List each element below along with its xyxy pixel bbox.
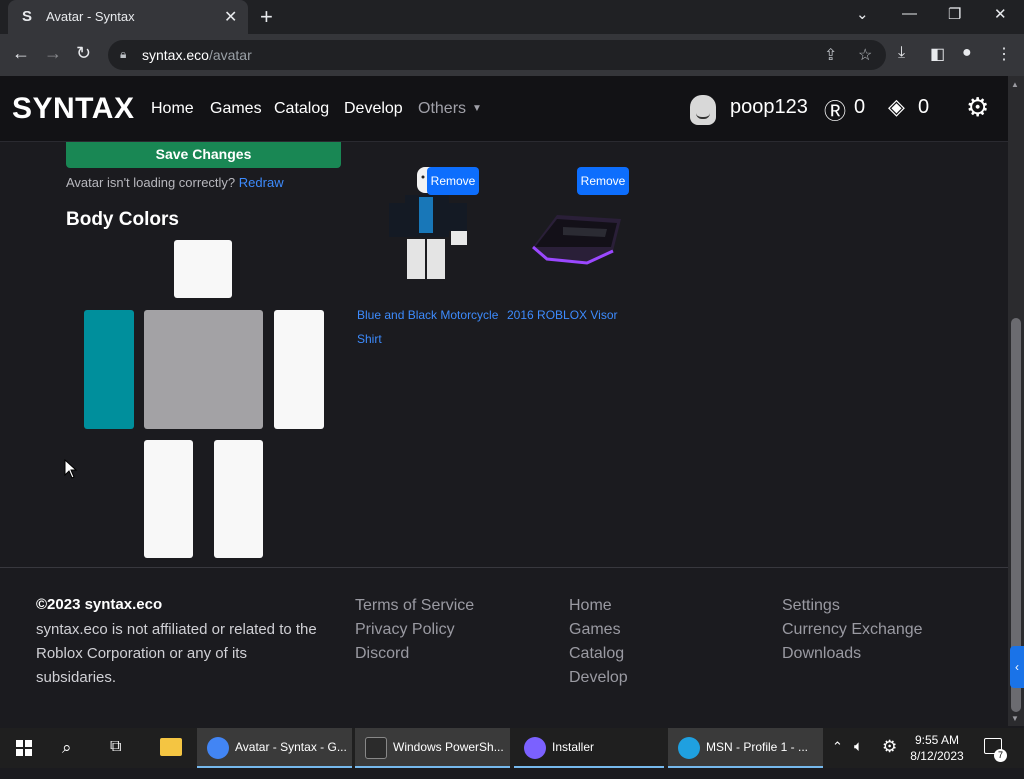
file-explorer-icon[interactable]: [160, 738, 182, 756]
site-footer: ©2023 syntax.eco syntax.eco is not affil…: [0, 567, 1008, 727]
nav-home[interactable]: Home: [151, 100, 194, 118]
browser-toolbar: ← → ↻ 🔒︎ syntax.eco/avatar ⇪ ☆ ⤓ ◧ ● ⋮: [0, 34, 1024, 76]
clock-time: 9:55 AM: [914, 733, 960, 747]
url-text: syntax.eco/avatar: [142, 47, 252, 63]
taskbar-app-label: MSN - Profile 1 - ...: [706, 740, 809, 754]
wearing-item[interactable]: Remove Blue and Black Motorcycle Shirt: [357, 165, 498, 346]
windows-start-icon[interactable]: [16, 740, 32, 756]
taskbar-app-label: Installer: [552, 740, 595, 754]
settings-tray-icon[interactable]: ⚙: [882, 737, 897, 777]
back-icon[interactable]: ←: [12, 43, 30, 64]
browser-tabbar: S Avatar - Syntax ✕ + ⌄ — ❐ ✕: [0, 0, 1024, 34]
nav-games[interactable]: Games: [210, 100, 262, 118]
edge-icon: [678, 737, 700, 759]
remove-item-button[interactable]: Remove: [427, 167, 479, 195]
tix-balance[interactable]: 0: [918, 96, 929, 119]
body-part-right-leg[interactable]: [214, 440, 263, 558]
body-colors-title: Body Colors: [66, 209, 179, 230]
footer-link-currency-exchange[interactable]: Currency Exchange: [782, 618, 923, 642]
footer-column-site: Home Games Catalog Develop: [569, 594, 628, 690]
nav-develop[interactable]: Develop: [344, 100, 403, 118]
close-tab-icon[interactable]: ✕: [224, 7, 237, 27]
username[interactable]: poop123: [730, 96, 808, 119]
taskbar-app-powershell[interactable]: Windows PowerSh...: [355, 728, 510, 768]
robux-balance[interactable]: 0: [854, 96, 865, 119]
nav-others-dropdown[interactable]: Others ▼: [418, 100, 482, 118]
system-clock[interactable]: 9:55 AM 8/12/2023: [904, 732, 970, 764]
tray-overflow-icon[interactable]: ⌃: [832, 739, 843, 779]
body-part-left-arm[interactable]: [84, 310, 134, 429]
download-icon[interactable]: ⤓: [898, 44, 905, 62]
body-part-right-arm[interactable]: [274, 310, 324, 429]
save-changes-button[interactable]: Save Changes: [66, 142, 341, 168]
restore-icon[interactable]: ❐: [948, 5, 961, 23]
task-view-icon[interactable]: ⧉: [110, 738, 121, 778]
reload-icon[interactable]: ↻: [76, 43, 91, 64]
installer-icon: [524, 737, 546, 759]
taskbar-app-label: Avatar - Syntax - G...: [235, 740, 347, 754]
tab-search-icon[interactable]: ⌄: [856, 5, 869, 23]
footer-link-discord[interactable]: Discord: [355, 642, 474, 666]
footer-link-privacy[interactable]: Privacy Policy: [355, 618, 474, 642]
footer-link-downloads[interactable]: Downloads: [782, 642, 923, 666]
robux-icon: Ⓡ: [824, 99, 847, 124]
chrome-icon: [207, 737, 229, 759]
notification-count-badge: 7: [994, 749, 1007, 762]
scroll-up-icon[interactable]: ▲: [1011, 80, 1019, 89]
remove-item-button[interactable]: Remove: [577, 167, 629, 195]
caret-down-icon: ▼: [472, 103, 482, 114]
clock-date: 8/12/2023: [910, 749, 964, 763]
search-icon[interactable]: ⌕: [62, 738, 72, 778]
item-name-link[interactable]: Blue and Black Motorcycle Shirt: [357, 303, 502, 351]
side-panel-toggle[interactable]: ‹: [1010, 646, 1024, 688]
footer-link-home[interactable]: Home: [569, 594, 628, 618]
body-part-left-leg[interactable]: [144, 440, 193, 558]
body-part-torso[interactable]: [144, 310, 263, 429]
profile-icon[interactable]: ●: [962, 44, 972, 62]
page-scrollbar[interactable]: ▲ ▼: [1008, 76, 1024, 726]
taskbar-app-installer[interactable]: Installer: [514, 728, 664, 768]
address-bar[interactable]: 🔒︎ syntax.eco/avatar ⇪ ☆: [108, 40, 886, 70]
avatar-loading-note: Avatar isn't loading correctly? Redraw: [66, 175, 284, 190]
footer-disclaimer: syntax.eco is not affiliated or related …: [36, 621, 317, 686]
item-name-link[interactable]: 2016 ROBLOX Visor: [507, 303, 652, 327]
new-tab-icon[interactable]: +: [260, 4, 273, 30]
menu-icon[interactable]: ⋮: [996, 44, 1012, 64]
settings-gear-icon[interactable]: ⚙: [966, 92, 989, 123]
footer-link-develop[interactable]: Develop: [569, 666, 628, 690]
footer-column-legal: Terms of Service Privacy Policy Discord: [355, 594, 474, 666]
footer-link-games[interactable]: Games: [569, 618, 628, 642]
side-panel-icon[interactable]: ◧: [930, 44, 945, 64]
taskbar-app-edge[interactable]: MSN - Profile 1 - ...: [668, 728, 823, 768]
site-navbar: SYNTAX Home Games Catalog Develop Others…: [0, 76, 1008, 142]
nav-catalog[interactable]: Catalog: [274, 100, 329, 118]
forward-icon[interactable]: →: [44, 43, 62, 64]
volume-icon[interactable]: 🔈︎: [854, 738, 863, 778]
brand-logo[interactable]: SYNTAX: [12, 92, 134, 126]
taskbar-app-label: Windows PowerSh...: [393, 740, 504, 754]
close-window-icon[interactable]: ✕: [994, 5, 1007, 23]
tix-icon: ◈: [888, 94, 905, 119]
browser-tab[interactable]: S Avatar - Syntax ✕: [8, 0, 248, 34]
bookmark-star-icon[interactable]: ☆: [858, 45, 872, 65]
syntax-favicon-icon: S: [22, 8, 33, 25]
taskbar-app-chrome[interactable]: Avatar - Syntax - G...: [197, 728, 352, 768]
minimize-icon[interactable]: —: [902, 5, 917, 22]
tab-title: Avatar - Syntax: [46, 9, 135, 24]
footer-link-terms[interactable]: Terms of Service: [355, 594, 474, 618]
user-avatar[interactable]: [690, 95, 716, 125]
mouse-cursor-icon: [64, 459, 78, 479]
share-icon[interactable]: ⇪: [824, 45, 837, 65]
footer-link-settings[interactable]: Settings: [782, 594, 923, 618]
wearing-item[interactable]: Remove 2016 ROBLOX Visor: [507, 165, 647, 345]
redraw-link[interactable]: Redraw: [239, 175, 284, 190]
footer-column-account: Settings Currency Exchange Downloads: [782, 594, 923, 666]
body-part-head[interactable]: [174, 240, 232, 298]
windows-taskbar: ⌕ ⧉ Avatar - Syntax - G... Windows Power…: [0, 728, 1024, 768]
powershell-icon: [365, 737, 387, 759]
footer-link-catalog[interactable]: Catalog: [569, 642, 628, 666]
lock-icon[interactable]: 🔒︎: [120, 47, 126, 62]
footer-copyright: ©2023 syntax.eco: [36, 596, 163, 613]
scroll-down-icon[interactable]: ▼: [1011, 714, 1019, 723]
